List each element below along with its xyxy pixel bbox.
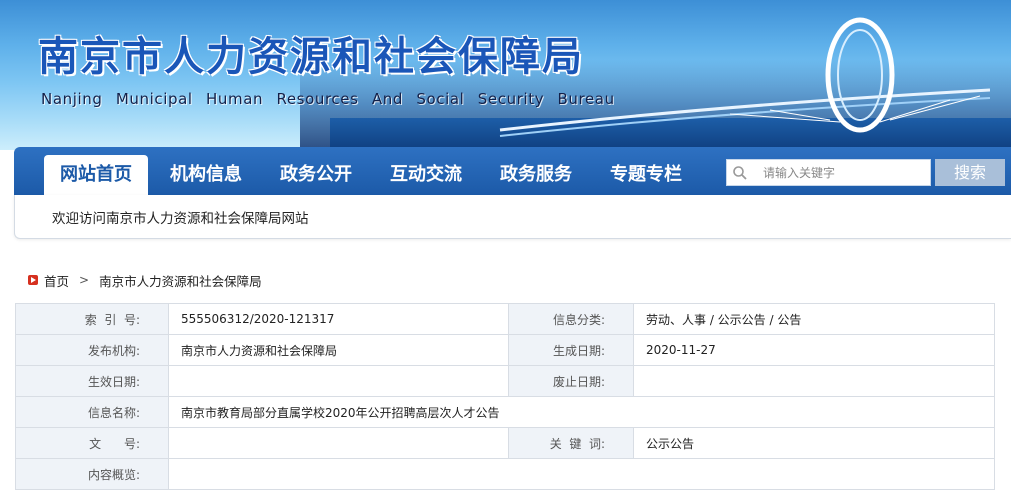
site-title-cn: 南京市人力资源和社会保障局 bbox=[38, 33, 584, 80]
table-row: 信息名称: 南京市教育局部分直属学校2020年公开招聘高层次人才公告 bbox=[15, 396, 995, 428]
site-title-en: Nanjing Municipal Human Resources And So… bbox=[41, 90, 615, 108]
search-button[interactable]: 搜索 bbox=[935, 159, 1005, 186]
table-row: 内容概览: bbox=[15, 458, 995, 490]
table-row: 文 号: 关 键 词: 公示公告 bbox=[15, 427, 995, 459]
document-info-table: 索 引 号: 555506312/2020-121317 信息分类: 劳动、人事… bbox=[15, 303, 995, 490]
summary-label: 内容概览: bbox=[15, 458, 169, 490]
main-nav-bar: 网站首页 机构信息 政务公开 互动交流 政务服务 专题专栏 搜索 bbox=[14, 147, 1011, 195]
welcome-strip: 欢迎访问南京市人力资源和社会保障局网站 bbox=[14, 195, 1011, 239]
doc-number-label: 文 号: bbox=[15, 427, 169, 459]
nav-item-organization[interactable]: 机构信息 bbox=[154, 155, 258, 195]
publisher-value: 南京市人力资源和社会保障局 bbox=[168, 334, 509, 366]
search-icon bbox=[727, 160, 753, 186]
created-date-label: 生成日期: bbox=[508, 334, 634, 366]
category-label: 信息分类: bbox=[508, 303, 634, 335]
breadcrumb: 首页 > 南京市人力资源和社会保障局 bbox=[28, 271, 262, 289]
publisher-label: 发布机构: bbox=[15, 334, 169, 366]
table-row: 索 引 号: 555506312/2020-121317 信息分类: 劳动、人事… bbox=[15, 303, 995, 335]
info-name-label: 信息名称: bbox=[15, 396, 169, 428]
nav-item-gov-services[interactable]: 政务服务 bbox=[484, 155, 588, 195]
site-banner: 南京市人力资源和社会保障局 Nanjing Municipal Human Re… bbox=[0, 0, 1011, 150]
search-input[interactable] bbox=[753, 160, 923, 185]
welcome-text: 欢迎访问南京市人力资源和社会保障局网站 bbox=[52, 211, 309, 227]
index-number-value: 555506312/2020-121317 bbox=[168, 303, 509, 335]
doc-number-value bbox=[168, 427, 509, 459]
nav-item-interaction[interactable]: 互动交流 bbox=[374, 155, 478, 195]
index-number-label: 索 引 号: bbox=[15, 303, 169, 335]
main-nav: 网站首页 机构信息 政务公开 互动交流 政务服务 专题专栏 bbox=[44, 155, 704, 195]
breadcrumb-current[interactable]: 南京市人力资源和社会保障局 bbox=[99, 271, 262, 290]
keywords-value: 公示公告 bbox=[633, 427, 995, 459]
table-row: 生效日期: 废止日期: bbox=[15, 365, 995, 397]
home-icon bbox=[28, 275, 38, 285]
effective-date-label: 生效日期: bbox=[15, 365, 169, 397]
summary-value bbox=[168, 458, 995, 490]
nav-item-gov-affairs-public[interactable]: 政务公开 bbox=[264, 155, 368, 195]
info-name-value: 南京市教育局部分直属学校2020年公开招聘高层次人才公告 bbox=[168, 396, 995, 428]
nav-item-home[interactable]: 网站首页 bbox=[44, 155, 148, 195]
expiry-date-label: 废止日期: bbox=[508, 365, 634, 397]
expiry-date-value bbox=[633, 365, 995, 397]
nav-item-special-topics[interactable]: 专题专栏 bbox=[594, 155, 698, 195]
breadcrumb-separator: > bbox=[79, 273, 90, 287]
keywords-label: 关 键 词: bbox=[508, 427, 634, 459]
effective-date-value bbox=[168, 365, 509, 397]
breadcrumb-home[interactable]: 首页 bbox=[44, 271, 69, 290]
search-box bbox=[726, 159, 931, 186]
category-value: 劳动、人事 / 公示公告 / 公告 bbox=[633, 303, 995, 335]
created-date-value: 2020-11-27 bbox=[633, 334, 995, 366]
table-row: 发布机构: 南京市人力资源和社会保障局 生成日期: 2020-11-27 bbox=[15, 334, 995, 366]
